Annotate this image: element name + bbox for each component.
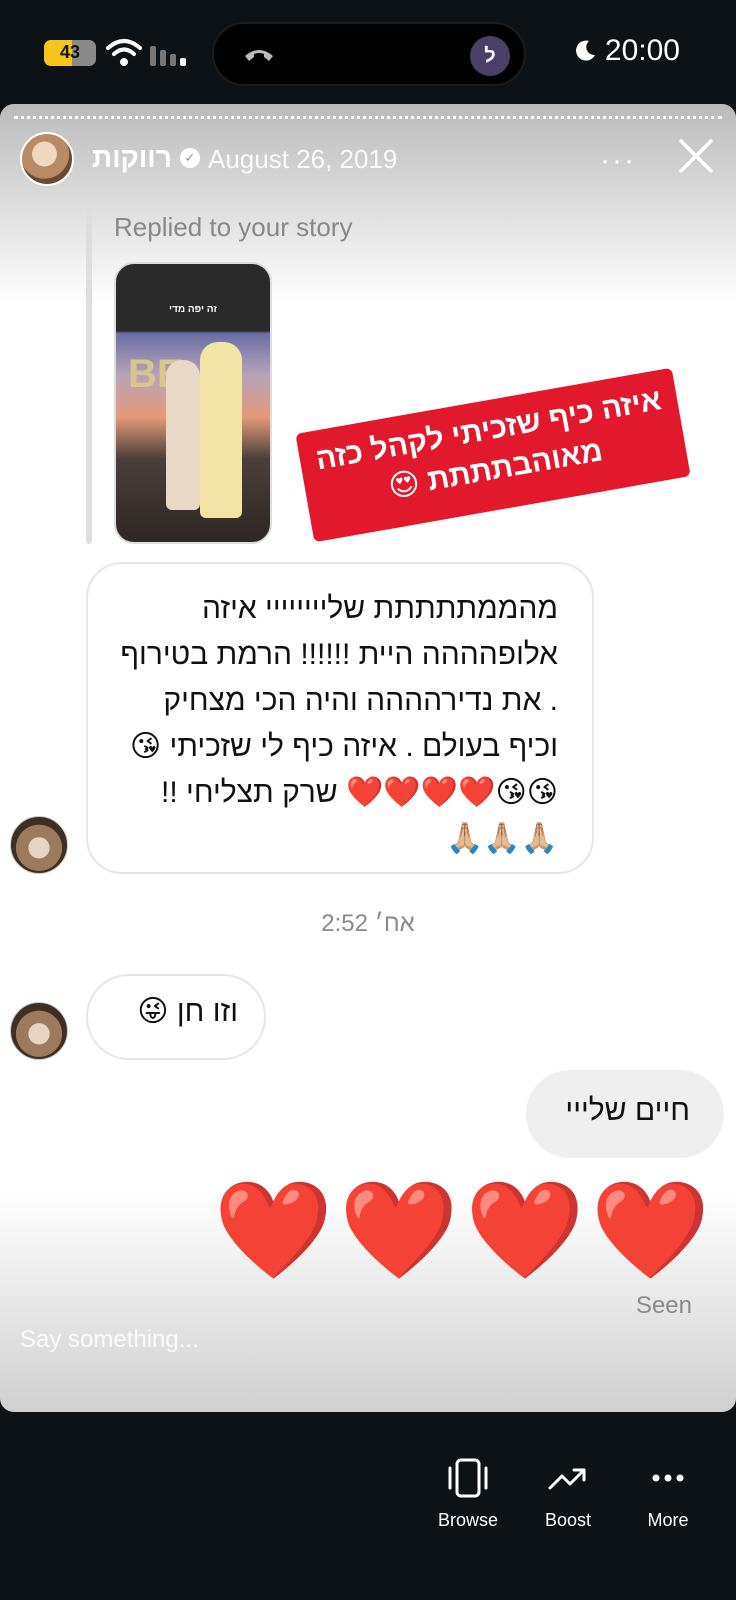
message-bubble[interactable]: וזו חן 😜	[86, 974, 266, 1060]
story-progress-bar	[14, 116, 722, 119]
trending-up-icon	[548, 1468, 586, 1490]
phone-call-icon	[245, 50, 273, 61]
time-text: 20:00	[604, 34, 680, 67]
more-button[interactable]: More	[628, 1458, 708, 1531]
message-timestamp: 2:52 אח׳	[321, 910, 415, 937]
bottom-nav: Browse Boost More	[0, 1412, 736, 1600]
signal-icon	[150, 46, 186, 66]
verified-icon: ✓	[179, 148, 200, 168]
more-dots-icon	[652, 1474, 684, 1482]
browse-label: Browse	[437, 1510, 499, 1530]
story-date: August 26, 2019	[208, 144, 398, 174]
browse-icon	[448, 1458, 488, 1498]
status-bar: 43 ל 20:00	[0, 0, 736, 106]
battery-level: 43	[59, 42, 81, 62]
clock: 20:00	[573, 34, 680, 68]
boost-label: Boost	[544, 1510, 592, 1530]
story-thumbnail[interactable]: זה יפה מדי BE	[114, 262, 272, 544]
sender-avatar[interactable]	[10, 816, 68, 874]
battery-icon: 43	[44, 40, 96, 66]
message-input[interactable]: Say something...	[20, 1326, 199, 1354]
reply-quote-bar	[86, 204, 92, 544]
person-figure	[166, 360, 200, 510]
wifi-icon	[106, 39, 142, 66]
story-header: רווקות ✓ August 26, 2019 ···	[20, 132, 716, 188]
browse-button[interactable]: Browse	[428, 1458, 508, 1531]
message-bubble[interactable]: מהממתתתתת שליייייייי איזה אלופהההה היית …	[86, 562, 594, 874]
reply-label: Replied to your story	[114, 212, 353, 242]
moon-icon	[575, 40, 595, 61]
dynamic-island[interactable]: ל	[212, 22, 526, 86]
thumbnail-caption: זה יפה מדי	[169, 304, 217, 315]
username-text: רווקות	[92, 142, 172, 173]
more-options-icon[interactable]: ···	[600, 144, 636, 178]
username[interactable]: רווקות ✓	[92, 142, 200, 174]
sender-avatar[interactable]	[10, 1002, 68, 1060]
boost-button[interactable]: Boost	[528, 1458, 608, 1531]
story-reply-sheet: רווקות ✓ August 26, 2019 ··· Replied to …	[0, 104, 736, 1412]
sent-message-bubble[interactable]: חיים שלייי	[526, 1070, 724, 1158]
person-figure	[200, 342, 242, 518]
caller-avatar: ל	[470, 36, 510, 76]
story-text-sticker: איזה כיף שזכיתי לקהל כזה מאוהבתתתת 😍	[295, 367, 691, 543]
avatar[interactable]	[20, 132, 74, 186]
seen-status: Seen	[635, 1292, 692, 1319]
close-icon[interactable]	[676, 136, 716, 176]
more-label: More	[647, 1510, 689, 1530]
hearts-message[interactable]: ❤️❤️❤️❤️	[214, 1176, 716, 1286]
